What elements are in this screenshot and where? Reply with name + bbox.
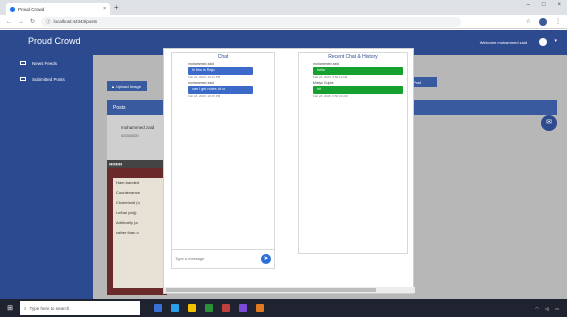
post-card: mohammed zaid 02/24/2020 ▮▮▮▮▮▮▮▮ Ham-ha… [107,115,167,295]
tab-title: Proud Crowd [18,6,45,12]
recent-message-time: Feb 24, 2020, 9:50:11 AM [313,75,348,79]
chat-message-text: can i get notes of cr [188,86,253,94]
minimize-button[interactable]: – [527,2,530,8]
browser-tabbar: Proud Crowd × + – □ × [0,0,567,15]
chevron-down-icon[interactable]: ▾ [554,38,557,44]
chat-message-time: Feb 24, 2020, 10:15 PM [188,94,221,98]
chat-message-time: Feb 24, 2020, 10:13 PM [188,75,221,79]
user-avatar[interactable] [539,38,547,46]
search-icon: ⌕ [24,305,27,311]
chat-title: Chat [217,54,229,60]
recent-chat-title: Recent Chat & History [328,54,378,60]
info-icon: ⓘ [46,18,51,24]
scrollbar-thumb[interactable] [166,288,376,292]
notifications-icon[interactable]: ▭ [555,306,559,311]
chat-modal: Chat mohammed zaid hi this is Rajo Feb 2… [163,48,415,294]
network-icon[interactable]: ◠ [535,306,539,311]
posts-icon [20,77,26,81]
bookmark-star-icon[interactable]: ☆ [526,18,531,25]
toolbar-right: ☆ ⋮ [526,17,561,26]
post-image-line: Countenance [116,190,140,195]
store-icon[interactable] [205,304,213,312]
url-text: localhost:44343/posts [53,19,98,24]
recent-message-time: Feb 24, 2020, 9:50:31 AM [313,94,348,98]
windows-start-icon[interactable]: ⊞ [0,299,20,317]
chat-message-user: mohammed zaid [188,81,214,85]
task-view-icon[interactable] [154,304,162,312]
taskbar-search-placeholder: Type here to search [29,305,70,311]
taskbar-search[interactable]: ⌕ Type here to search [20,301,140,315]
app-brand[interactable]: Proud Crowd [28,36,81,46]
chat-bubble-icon[interactable]: ✉ [541,115,557,131]
message-compose: ➤ [171,249,275,267]
window-controls: – □ × [527,2,561,8]
chat-message: mohammed zaid hi this is Rajo Feb 24, 20… [188,62,253,79]
volume-icon[interactable]: ◁) [545,306,549,311]
upload-image-button[interactable]: ▲ Upload Image [107,81,147,91]
address-bar: ← → ↻ ⓘ localhost:44343/posts ☆ ⋮ [0,15,567,29]
sidebar-item-submitted-posts[interactable]: Submitted Posts [0,71,93,87]
recent-message[interactable]: mohammed zaid hello Feb 24, 2020, 9:50:1… [313,62,403,79]
file-explorer-icon[interactable] [188,304,196,312]
taskbar-apps [154,304,264,312]
recent-chat-panel: Recent Chat & History mohammed zaid hell… [298,52,408,254]
upload-label: Upload Image [116,83,141,89]
menu-dots-icon[interactable]: ⋮ [555,18,561,25]
sidebar: News Feeds Submitted Posts [0,55,93,299]
post-image-line: rather than o [116,230,139,235]
close-window-button[interactable]: × [557,2,561,8]
chat-message-text: hi this is Rajo [188,67,253,75]
maximize-button[interactable]: □ [542,2,546,8]
mail-icon[interactable] [222,304,230,312]
browser-tab[interactable]: Proud Crowd × [6,3,110,15]
news-feed-icon [20,61,26,65]
horizontal-scrollbar[interactable] [164,287,415,293]
chat-message: mohammed zaid can i get notes of cr Feb … [188,81,253,98]
send-icon[interactable]: ➤ [261,253,271,264]
chat-panel: Chat mohammed zaid hi this is Rajo Feb 2… [171,52,275,269]
chrome-icon[interactable] [256,304,264,312]
vs-code-icon[interactable] [239,304,247,312]
sidebar-item-news-feeds[interactable]: News Feeds [0,55,93,71]
system-tray: ◠ ◁) ▭ [535,306,567,311]
profile-icon[interactable] [539,17,547,26]
recent-message-text: hello [313,67,403,75]
new-tab-button[interactable]: + [114,3,119,13]
recent-message-user: Mistys Gupta [313,81,334,85]
post-image-line: Chokehold (n [116,200,140,205]
post-image-line: Lethal (adj): [116,210,138,215]
back-icon[interactable]: ← [6,19,12,25]
sidebar-item-label: Submitted Posts [32,76,65,82]
message-input[interactable] [175,253,261,264]
reload-icon[interactable]: ↻ [30,18,35,25]
post-date: 02/24/2020 [121,134,139,138]
post-image-notes: Ham-handed Countenance Chokehold (n Leth… [113,178,167,288]
post-image-line: Ham-handed [116,180,140,185]
post-image[interactable]: ▮▮▮▮▮▮▮▮ Ham-handed Countenance Chokehol… [107,160,167,295]
url-field[interactable]: ⓘ localhost:44343/posts [41,16,462,27]
tab-close-icon[interactable]: × [103,6,106,12]
favicon-icon [10,6,15,12]
chat-message-user: mohammed zaid [188,62,214,66]
edge-icon[interactable] [171,304,179,312]
post-image-line: Arbitrarily (a [116,220,138,225]
post-user[interactable]: mohammed zaid [121,125,154,130]
recent-message[interactable]: Mistys Gupta hii Feb 24, 2020, 9:50:31 A… [313,81,403,98]
sidebar-item-label: News Feeds [32,60,58,66]
recent-message-text: hii [313,86,403,94]
post-image-caption-strip: ▮▮▮▮▮▮▮▮ [107,160,167,168]
forward-icon[interactable]: → [18,19,24,25]
windows-taskbar: ⊞ ⌕ Type here to search ◠ ◁) ▭ [0,299,567,317]
welcome-text: Welcome mohammed zaid [479,40,527,45]
recent-message-user: mohammed zaid [313,62,339,66]
